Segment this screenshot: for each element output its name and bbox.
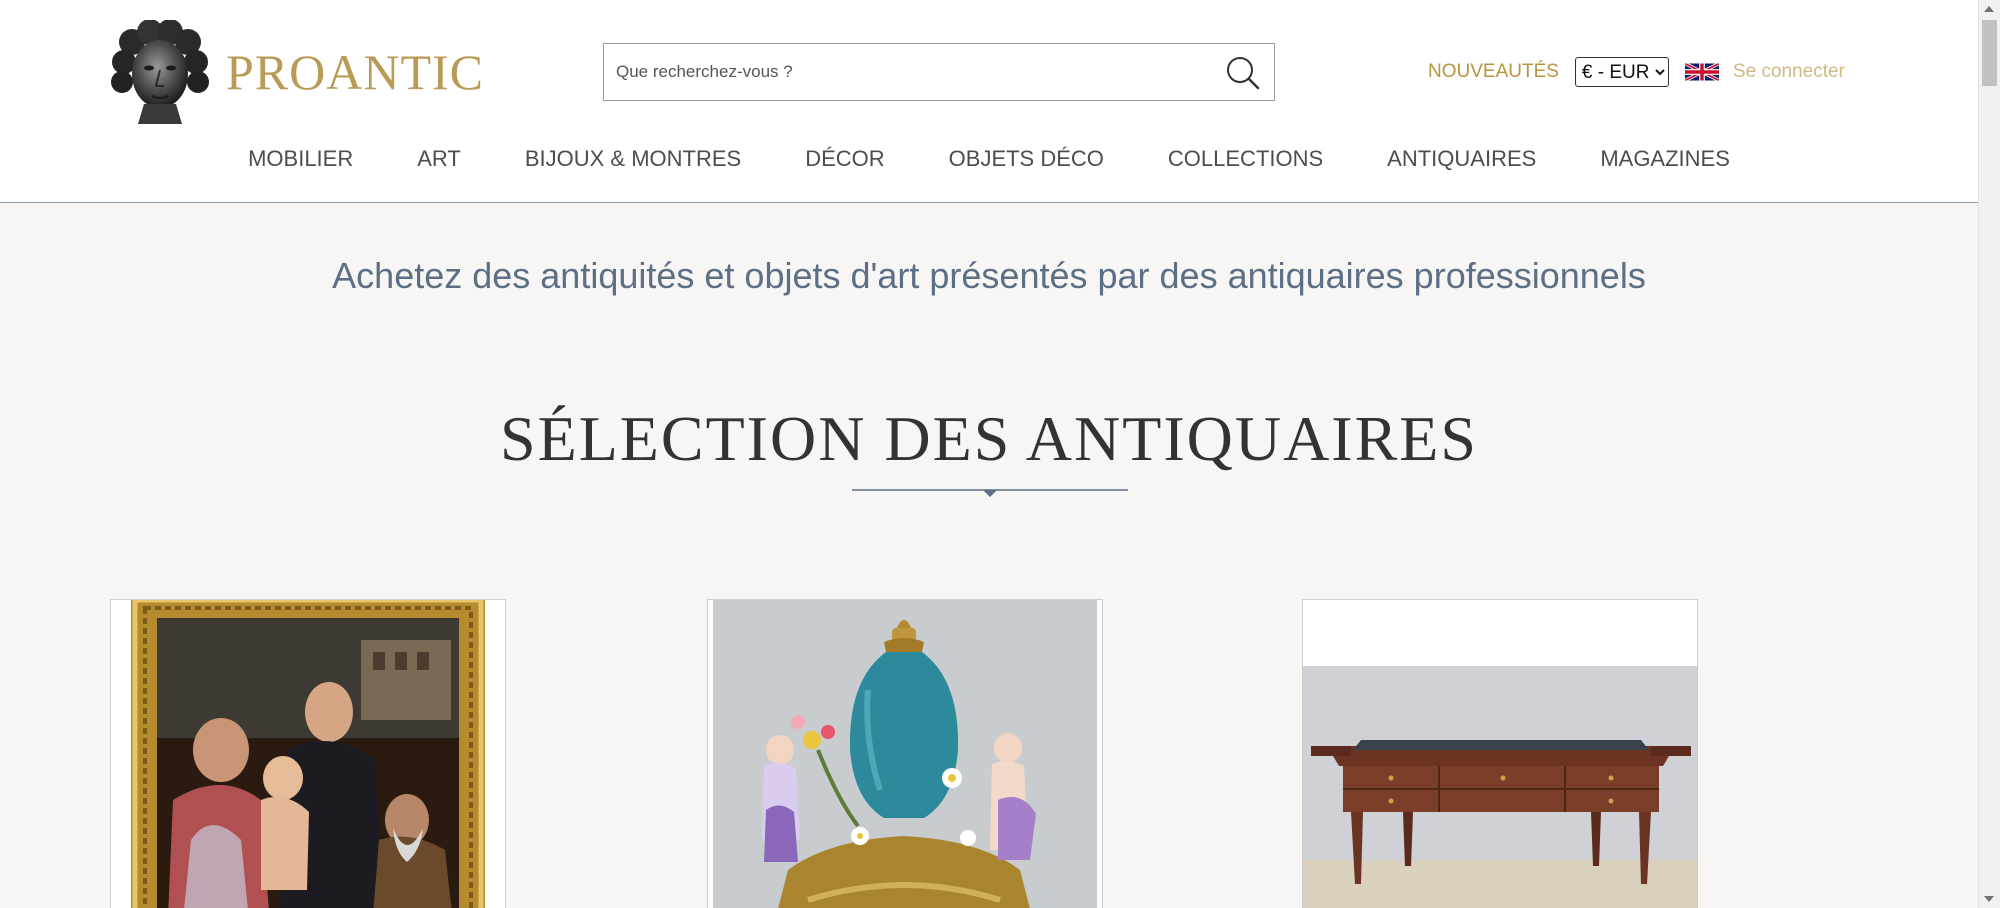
main-nav: MOBILIER ART BIJOUX & MONTRES DÉCOR OBJE… (0, 146, 1978, 172)
nav-item-magazines[interactable]: MAGAZINES (1600, 146, 1730, 172)
page: PROANTIC NOUVEAUTÉS € - EUR (0, 0, 2000, 908)
title-underline-divider (852, 489, 1128, 497)
nav-item-objets-deco[interactable]: OBJETS DÉCO (949, 146, 1104, 172)
classical-bust-logo-icon (111, 20, 209, 124)
nav-item-decor[interactable]: DÉCOR (805, 146, 884, 172)
site-header: PROANTIC NOUVEAUTÉS € - EUR (0, 0, 1978, 203)
logo-text: PROANTIC (226, 44, 485, 100)
product-card-painting[interactable] (110, 599, 506, 908)
uk-flag-icon[interactable] (1684, 60, 1719, 84)
login-link[interactable]: Se connecter (1733, 61, 1845, 83)
section-title: SÉLECTION DES ANTIQUAIRES (500, 403, 1478, 474)
product-card-desk[interactable] (1302, 599, 1698, 908)
nav-item-mobilier[interactable]: MOBILIER (248, 146, 353, 172)
mahogany-desk-image (1303, 600, 1697, 908)
product-card-porcelain-vase[interactable] (707, 599, 1103, 908)
porcelain-vase-image (708, 600, 1102, 908)
new-arrivals-link[interactable]: NOUVEAUTÉS (1428, 61, 1559, 83)
renaissance-painting-image (111, 600, 505, 908)
nav-item-collections[interactable]: COLLECTIONS (1168, 146, 1323, 172)
tagline: Achetez des antiquités et objets d'art p… (332, 255, 1646, 296)
nav-item-antiquaires[interactable]: ANTIQUAIRES (1387, 146, 1536, 172)
currency-select[interactable]: € - EUR (1574, 57, 1669, 87)
vertical-scrollbar[interactable] (1978, 0, 2000, 908)
nav-item-art[interactable]: ART (417, 146, 461, 172)
search-input[interactable] (604, 44, 1204, 100)
scroll-up-arrow-icon[interactable] (1984, 6, 1994, 12)
scroll-thumb[interactable] (1982, 20, 1997, 86)
search-icon[interactable] (1224, 54, 1262, 92)
logo-link[interactable]: PROANTIC (110, 20, 484, 124)
scroll-down-arrow-icon[interactable] (1984, 896, 1994, 902)
nav-item-bijoux-montres[interactable]: BIJOUX & MONTRES (525, 146, 741, 172)
product-grid (0, 599, 1978, 908)
search-box (603, 43, 1275, 101)
header-right-nav: NOUVEAUTÉS € - EUR Se connecter (1428, 56, 1845, 88)
